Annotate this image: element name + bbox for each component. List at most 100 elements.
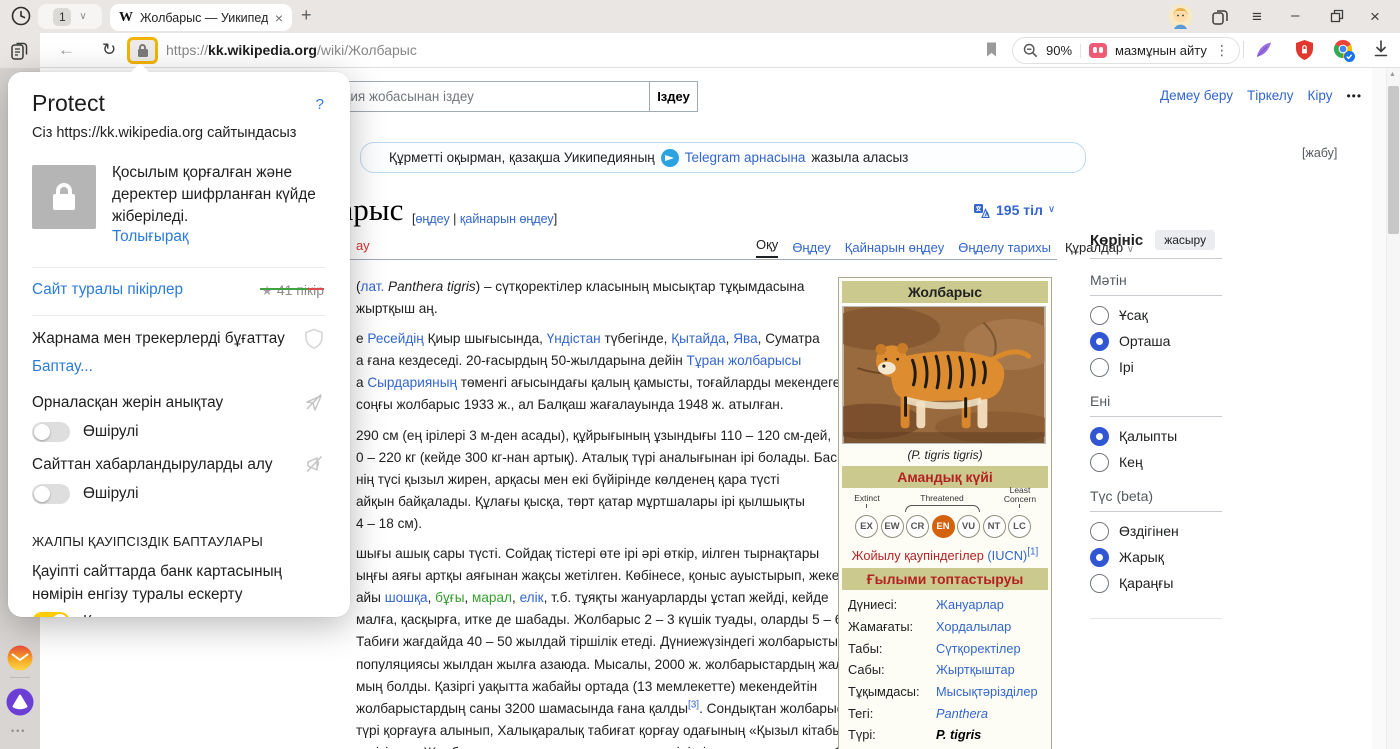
bookmark-icon[interactable] (984, 41, 999, 58)
taxon-link[interactable]: Сүтқоректілер (936, 641, 1021, 656)
tiger-image[interactable] (842, 306, 1046, 444)
back-icon[interactable]: ← (58, 40, 75, 60)
login-link[interactable]: Кіру (1307, 88, 1332, 103)
iucn-ex[interactable]: EX (855, 515, 878, 538)
sidebar-panels-icon[interactable] (9, 41, 29, 61)
tab-read[interactable]: Оқу (756, 237, 779, 258)
iucn-ew[interactable]: EW (880, 515, 904, 538)
endangered-link[interactable]: Жойылу қаупіндегілер (852, 548, 984, 563)
article-link[interactable]: Сырдарияның (367, 375, 457, 390)
menu-icon[interactable]: ≡ (1252, 7, 1262, 27)
help-link[interactable]: ? (316, 96, 324, 113)
article-text: а (356, 375, 368, 391)
iucn-vu[interactable]: VU (957, 515, 980, 538)
download-icon[interactable] (1372, 39, 1390, 59)
feather-extension-icon[interactable] (1254, 40, 1274, 60)
scrollbar-up-icon[interactable]: ▲ (1389, 71, 1396, 78)
radio-text-small[interactable]: Ұсақ (1090, 302, 1222, 328)
iucn-codes: EX EW CR EN VU NT LC (855, 515, 1031, 538)
tab-edit[interactable]: Өңдеу (792, 240, 830, 255)
site-lock-button[interactable] (127, 37, 158, 64)
radio-width-wide[interactable]: Кең (1090, 449, 1222, 475)
article-link[interactable]: елік (520, 590, 544, 605)
radio-text-large[interactable]: Ірі (1090, 354, 1222, 380)
restore-window-icon[interactable] (1330, 9, 1344, 23)
sidebar-more-icon[interactable]: ••• (11, 726, 26, 736)
profile-avatar[interactable] (1168, 4, 1193, 29)
toggle-off[interactable] (32, 484, 70, 504)
reference-link[interactable]: [3] (688, 699, 699, 710)
ads-configure-link[interactable]: Баптау... (32, 358, 326, 376)
tab-talk-link[interactable]: ау (356, 238, 370, 253)
user-menu-icon[interactable]: ••• (1346, 89, 1362, 103)
tab-counter-button[interactable]: 1 ∨ (38, 4, 102, 29)
tab-close-icon[interactable]: × (275, 10, 283, 26)
taxon-link[interactable]: Жануарлар (936, 597, 1004, 612)
article-link[interactable]: Тұран жолбарысы (687, 353, 802, 368)
appearance-title: Көрініс (1090, 231, 1144, 249)
article-text: а ғана кездеседі. 20-ғасырдың 50-жылдары… (356, 353, 687, 369)
language-selector[interactable]: A 195 тіл ∨ (973, 202, 1055, 218)
edit-source-link[interactable]: қайнарын өңдеу (460, 212, 554, 226)
taxon-link[interactable]: Panthera (936, 706, 988, 721)
read-aloud-label[interactable]: мазмұнын айту (1115, 43, 1207, 58)
zoom-level[interactable]: 90% (1046, 43, 1072, 58)
zoom-out-icon[interactable] (1023, 43, 1038, 58)
details-link[interactable]: Толығырақ (112, 228, 326, 246)
article-link[interactable]: бұғы (435, 590, 464, 605)
browser-tab[interactable]: W Жолбарыс — Уикипеди × (110, 4, 292, 31)
yandex-mail-icon[interactable] (7, 645, 33, 671)
article-link[interactable]: марал (472, 590, 512, 605)
alice-assistant-icon[interactable] (6, 688, 34, 716)
edit-link[interactable]: өңдеу (415, 212, 449, 226)
banner-close-link[interactable]: [жабу] (1302, 146, 1337, 160)
iucn-nt[interactable]: NT (982, 515, 1006, 538)
iucn-cr[interactable]: CR (906, 515, 929, 538)
taxon-link[interactable]: Хордалылар (936, 619, 1011, 634)
read-aloud-icon[interactable] (1089, 43, 1108, 58)
toggle-on[interactable] (32, 612, 70, 617)
article-text: малға, қасқырға, итке де шабады. Жолбары… (356, 612, 838, 628)
radio-color-auto[interactable]: Өздігінен (1090, 518, 1222, 544)
article-link[interactable]: Үндістан (547, 331, 601, 346)
tab-panels-icon[interactable] (1211, 8, 1229, 26)
article-link[interactable]: лат. (361, 279, 385, 294)
iucn-en-active[interactable]: EN (931, 515, 955, 538)
iucn-status-graphic: Extinct Threatened Least Concern EX EW CR… (842, 486, 1048, 544)
article-link[interactable]: Қытайда (671, 331, 725, 346)
color-label: Түс (beta) (1090, 488, 1154, 504)
article-link[interactable]: Ява (733, 331, 757, 346)
iucn-lc[interactable]: LC (1008, 515, 1031, 538)
donate-link[interactable]: Демеу беру (1160, 88, 1233, 103)
telegram-link[interactable]: Telegram арнасына (685, 150, 806, 165)
article-link[interactable]: Ресейдің (367, 331, 423, 346)
toggle-off[interactable] (32, 422, 70, 442)
radio-color-dark[interactable]: Қараңғы (1090, 570, 1222, 596)
register-link[interactable]: Тіркелу (1247, 88, 1294, 103)
minimize-icon[interactable]: – (1291, 7, 1299, 24)
tab-edit-source[interactable]: Қайнарын өңдеу (845, 240, 944, 255)
iucn-link[interactable]: (IUCN) (987, 548, 1027, 563)
chrome-extension-icon[interactable] (1332, 39, 1356, 63)
adblock-shield-icon[interactable] (1294, 39, 1315, 61)
new-tab-button[interactable]: + (301, 5, 312, 26)
history-icon[interactable] (10, 5, 32, 27)
wiki-search-button[interactable]: Іздеу (649, 81, 698, 112)
taxobox: Жолбарыс (P. tigris tigris) Амандық күйі… (838, 277, 1052, 749)
more-options-icon[interactable]: ⋮ (1215, 42, 1229, 59)
radio-color-light[interactable]: Жарық (1090, 544, 1222, 570)
radio-text-standard[interactable]: Орташа (1090, 328, 1222, 354)
tab-history[interactable]: Өңделу тарихы (958, 240, 1051, 255)
taxon-link[interactable]: Жыртқыштар (936, 662, 1015, 677)
taxon-link[interactable]: Мысықтәрізділер (936, 684, 1038, 699)
radio-width-standard[interactable]: Қалыпты (1090, 423, 1222, 449)
scrollbar-thumb[interactable] (1388, 86, 1399, 234)
reload-icon[interactable]: ↻ (102, 40, 116, 60)
lock-icon (137, 44, 148, 57)
hide-button[interactable]: жасыру (1155, 230, 1216, 250)
reference-link[interactable]: [1] (1027, 547, 1038, 558)
close-window-icon[interactable]: × (1370, 7, 1380, 27)
address-url[interactable]: https://kk.wikipedia.org/wiki/Жолбарыс (166, 42, 417, 58)
article-link[interactable]: шошқа (385, 590, 428, 605)
reviews-rating-bar (260, 288, 324, 290)
